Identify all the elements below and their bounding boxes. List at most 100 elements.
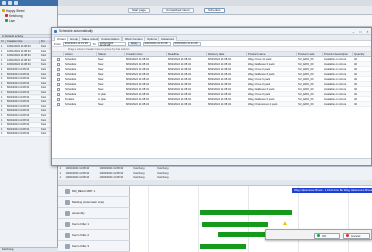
cancel-icon (346, 234, 349, 238)
ok-label: OK (322, 233, 327, 238)
list-item[interactable]: 1 8/02/2024 11:08:34 Ketc (0, 132, 58, 137)
from-label: From (54, 41, 61, 46)
resource-row[interactable]: Marking (Automatic Line) (58, 197, 130, 208)
list-cell: 8/02/2024 11:08:34 (7, 81, 30, 85)
machine-icon (65, 233, 70, 238)
task-bar-green[interactable] (202, 222, 268, 227)
apply-button[interactable]: Apply (127, 41, 141, 46)
cancel-button[interactable]: Cancel (343, 232, 370, 239)
row-checkbox[interactable] (57, 93, 60, 96)
machine-icon (65, 244, 70, 249)
row-checkbox[interactable] (57, 58, 60, 61)
grid-line (198, 186, 199, 252)
machine-icon (65, 222, 70, 227)
explorer-panel: Happy Steed Ketchung Lise In Default act… (0, 0, 58, 252)
column-header[interactable]: Creation time (6, 40, 40, 44)
table-cell: Available on Azure (324, 103, 347, 106)
folder-icon (5, 19, 8, 22)
checkmark-icon (317, 234, 320, 238)
grid-line (148, 186, 149, 252)
tree-item-label: Lise (9, 18, 15, 23)
resource-list: Mill_BEAU MRT 1 Marking (Automatic Line) A… (58, 186, 130, 252)
operations-list: 1 10/02/2024 11:08:34 10/03/2024 11:08:34 K… (58, 166, 372, 180)
list-header: Cr Creation time Fro (0, 40, 58, 44)
row-checkbox[interactable] (57, 88, 60, 91)
resource-label: Kerns Filler 3 (72, 244, 90, 248)
task-bar-green[interactable] (200, 210, 292, 215)
gantt-chart: Mill_BEAU MRT 1 Marking (Automatic Line) A… (58, 186, 372, 252)
list-cell: 8/02/2024 11:08:34 (7, 127, 30, 131)
list-cell: 8/02/2024 11:08:34 (7, 100, 30, 104)
folder-icon (2, 9, 5, 12)
minimize-icon[interactable]: – (351, 30, 356, 34)
machine-icon (65, 211, 70, 216)
ribbon (58, 15, 372, 27)
row-checkbox[interactable] (57, 83, 60, 86)
document-tabs: Start page Unmatched intent Schedule (58, 6, 372, 15)
grid-line (248, 186, 249, 252)
resource-label: Marking (Automatic Line) (72, 200, 105, 204)
from-date-field[interactable]: 9/02/2024 11:21:28 (62, 41, 91, 46)
resource-row[interactable]: Mill_BEAU MRT 1 (58, 186, 130, 197)
table-cell: New (98, 103, 104, 106)
list-cell: 10/02/2024 11:08:34 (7, 54, 31, 58)
tab-unmatched-intent[interactable]: Unmatched intent (162, 7, 194, 13)
list-cell: 8/02/2024 11:08:34 (7, 95, 30, 99)
list-cell: 10/03/2024 11:08:34 (7, 63, 31, 67)
row-checkbox[interactable] (57, 103, 60, 106)
resource-row[interactable]: Kerns Filler 1 (58, 219, 130, 230)
range-from-field[interactable]: 9/02/2024 11:21:28 (142, 41, 171, 46)
resource-row[interactable]: Kerns Filler 2 (58, 230, 130, 241)
resource-row[interactable]: Assembly (58, 208, 130, 219)
close-icon[interactable]: × (365, 30, 370, 34)
schedule-icon (54, 30, 57, 33)
list-cell: 10/02/2024 11:08:34 (7, 58, 31, 62)
list-cell: 8/02/2024 11:08:34 (7, 77, 30, 81)
list-cell: 8/02/2024 11:08:34 (7, 91, 30, 94)
tree-item-label: Happy Steed (6, 8, 25, 13)
resource-label: Assembly (72, 211, 85, 215)
table-cell: Schedule (65, 103, 77, 106)
to-date-field[interactable]: 10/02/2024 11:21:28 (97, 41, 126, 47)
task-bar-blue[interactable]: Wayy Alpacuome Brook - 1 16ml form Bo Wa… (292, 188, 372, 193)
range-to-field[interactable]: 9/05/2024 11:21:28 (172, 41, 201, 46)
row-checkbox[interactable] (57, 73, 60, 76)
list-cell: 8/02/2024 11:08:34 (7, 72, 30, 76)
list-cell: 8/02/2024 11:08:34 (7, 109, 30, 113)
list-cell: 8/02/2024 11:08:34 (7, 104, 30, 108)
list-cell: 8/02/2024 11:08:34 (7, 68, 30, 71)
table-row[interactable]: Schedule New 8/02/2024 11:08:34 8/02/2024 1… (52, 102, 371, 107)
cancel-label: Cancel (351, 233, 361, 238)
tree-item-lise[interactable]: Lise (5, 18, 15, 23)
row-checkbox[interactable] (57, 98, 60, 101)
ok-button[interactable]: OK (314, 232, 340, 239)
row-checkbox[interactable] (57, 78, 60, 81)
task-bar-green[interactable] (200, 244, 246, 249)
to-label: To (92, 41, 96, 46)
machine-icon (65, 189, 70, 194)
row-checkbox[interactable] (57, 68, 60, 71)
resource-row[interactable]: Kerns Filler 3 (58, 241, 130, 252)
tree-item-label: Ketchung (9, 13, 23, 18)
list-cell: 8/02/2024 11:08:34 (7, 86, 30, 90)
table-cell: 8/02/2024 11:08:34 (168, 103, 191, 106)
tab-start-page[interactable]: Start page (128, 7, 150, 13)
resource-label: Kerns Filler 1 (72, 222, 90, 226)
table-cell: Wayy Kretoscuve 4 pack (248, 103, 278, 106)
table-cell: SU_ERO_00 (298, 103, 314, 106)
section-label: In Default activity (0, 34, 58, 38)
row-checkbox[interactable] (57, 63, 60, 66)
undo-icon[interactable] (14, 1, 18, 5)
save-icon[interactable] (8, 1, 12, 5)
maximize-icon[interactable]: □ (358, 30, 363, 34)
dialog-footer (52, 158, 371, 165)
list-cell: 8/02/2024 11:08:34 (7, 118, 30, 122)
app-menu-icon[interactable] (2, 1, 6, 5)
dialog-title-text: Schedule automatically (59, 29, 93, 33)
list-cell: 8/02/2024 11:08:34 (7, 132, 30, 136)
list-cell: 10/01/2024 11:08:34 (7, 49, 31, 53)
list-cell: 8/02/2024 11:08:34 (7, 114, 30, 117)
table-cell: 40 (354, 103, 357, 106)
tab-schedule[interactable]: Schedule (204, 7, 225, 13)
machine-icon (65, 200, 70, 205)
